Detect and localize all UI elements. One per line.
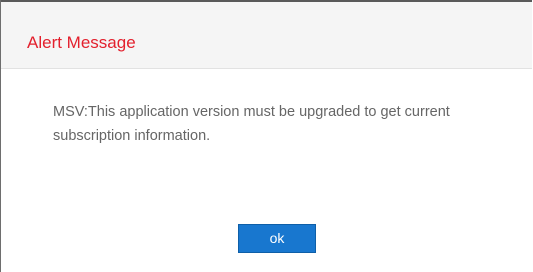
dialog-title: Alert Message bbox=[27, 33, 136, 52]
dialog-header: Alert Message bbox=[1, 2, 532, 69]
ok-button[interactable]: ok bbox=[238, 224, 316, 253]
alert-dialog: Alert Message MSV:This application versi… bbox=[0, 0, 532, 272]
alert-message-text: MSV:This application version must be upg… bbox=[53, 104, 450, 144]
dialog-body: MSV:This application version must be upg… bbox=[1, 69, 532, 272]
